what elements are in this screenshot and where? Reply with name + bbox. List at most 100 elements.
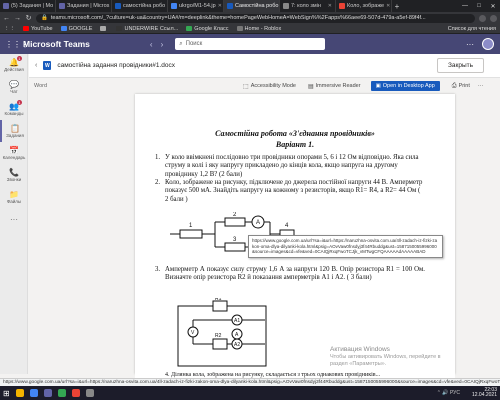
circuit1-label-3: 3 (233, 237, 237, 243)
back-arrow-icon[interactable]: ‹ (150, 40, 153, 49)
browser-tab[interactable]: (5) Задания | Мо✕ (0, 0, 56, 12)
windows-start-icon[interactable]: ⊞ (3, 389, 10, 398)
word-toolbar: Word ⬚ Accessibility Mode ▤ Immersive Re… (29, 78, 500, 94)
url-field[interactable]: 🔒 teams.microsoft.com/_?culture=uk-ua&co… (36, 13, 475, 23)
apps-icon[interactable]: ⋮⋮ (4, 26, 15, 32)
rail-item[interactable]: 📞 Звонки (0, 164, 28, 186)
close-window-button[interactable]: ✕ (486, 0, 500, 12)
search-placeholder: Поиск (185, 41, 203, 47)
bookmark-icon (186, 26, 193, 31)
rail-item[interactable]: 📁 Файлы (0, 186, 28, 208)
bookmark-item[interactable] (100, 26, 108, 32)
history-nav: ‹ › (150, 40, 163, 49)
new-tab-button[interactable]: + (392, 0, 402, 12)
watermark-line2: Чтобы активировать Windows, перейдите в (330, 354, 441, 360)
url-text: teams.microsoft.com/_?culture=uk-ua&coun… (50, 15, 426, 21)
taskbar-app-icon[interactable] (71, 389, 80, 397)
bookmark-label: UNDERWIRE Ссыл... (124, 25, 179, 32)
rail-item[interactable]: ··· (0, 208, 28, 230)
tab-label: ukrgo/M1-54.jp (179, 3, 216, 9)
address-bar-row: ← → ↻ 🔒 teams.microsoft.com/_?culture=uk… (0, 12, 500, 24)
watermark-title: Активация Windows (330, 346, 390, 353)
bookmark-item[interactable]: Google Класс (186, 26, 229, 32)
open-desktop-button[interactable]: ▣ Open in Desktop App (370, 81, 440, 91)
browser-tab[interactable]: 7: коло змін ✕ (280, 0, 336, 12)
bookmark-item[interactable]: Home - Roblox (236, 25, 282, 32)
close-button[interactable]: Закрыть (436, 58, 484, 73)
circuit1-label-1: 1 (189, 223, 193, 229)
reload-icon[interactable]: ↻ (25, 14, 32, 22)
word-label: Word (34, 83, 48, 89)
back-icon[interactable]: ← (3, 15, 10, 22)
browser-tab[interactable]: Самостійна робо✕ (224, 0, 280, 12)
extension-icon[interactable] (479, 14, 486, 22)
browser-tab[interactable]: ukrgo/M1-54.jp ✕ (168, 0, 224, 12)
more-options-icon[interactable]: ··· (466, 40, 474, 49)
avatar[interactable] (482, 38, 494, 50)
print-icon: ⎙ (451, 82, 457, 89)
maximize-button[interactable]: □ (472, 0, 486, 12)
task-2-number: 2. (155, 179, 161, 186)
task-3: 3. Амперметр А показує силу струму 1,6 А… (155, 266, 425, 283)
tab-label: (5) Задания | Мо (11, 3, 54, 9)
clock[interactable]: 22:03 12.04.2021 (471, 387, 497, 399)
back-icon[interactable]: ‹ (35, 62, 37, 69)
tab-label: 7: коло змін (291, 3, 321, 9)
print-label: Print (458, 83, 470, 89)
lock-icon: 🔒 (41, 15, 48, 21)
tab-label: Самостійна робо (235, 3, 279, 9)
task-2: 2. Коло, зображене на рисунку, підключен… (155, 179, 425, 204)
bookmark-item[interactable]: UNDERWIRE Ссыл... (116, 26, 178, 32)
rail-item[interactable]: 📅 Календарь (0, 142, 28, 164)
window-controls: — □ ✕ (458, 0, 500, 12)
browser-tab[interactable]: Задания | Micros✕ (56, 0, 112, 12)
tab-close-icon[interactable]: ✕ (218, 3, 222, 9)
clock-date: 12.04.2021 (471, 392, 497, 398)
rail-item[interactable]: 🔔 Действия 1 (0, 54, 28, 76)
rail-item[interactable]: 📋 Задания (0, 120, 28, 142)
system-tray[interactable]: ⌃ 🔊 РУС (437, 390, 460, 396)
print-button[interactable]: ⎙ Print (452, 83, 470, 90)
tab-label: Коло, зображе (347, 3, 385, 9)
browser-tab[interactable]: Коло, зображе ✕ (336, 0, 392, 12)
immersive-reader-button[interactable]: ▤ Immersive Reader (308, 83, 361, 90)
browser-tab[interactable]: самостійна робо✕ (112, 0, 168, 12)
taskbar-app-icon[interactable] (57, 389, 66, 397)
doc-title: Самостійна робота «З'єднання провідників… (215, 129, 375, 138)
tab-close-icon[interactable]: ✕ (386, 3, 390, 9)
forward-arrow-icon[interactable]: › (161, 40, 164, 49)
word-icon: ▣ (375, 83, 381, 89)
tab-close-icon[interactable]: ✕ (328, 3, 332, 9)
rail-label: Календарь (2, 155, 26, 160)
bookmark-item[interactable]: GOOGLE (60, 26, 92, 32)
taskbar-app-icon[interactable] (29, 389, 38, 397)
tab-favicon-icon (59, 3, 65, 9)
taskbar-app-icon[interactable] (85, 389, 94, 397)
taskbar-app-icon[interactable] (43, 389, 52, 397)
rail-item[interactable]: 💬 Чат (0, 76, 28, 98)
forward-icon[interactable]: → (14, 15, 21, 22)
rail-label: Команды (4, 111, 24, 116)
circuit1-label-4: 4 (285, 223, 289, 229)
bookmark-icon (60, 26, 67, 31)
bookmark-label: Home - Roblox (244, 25, 282, 32)
app-launcher-icon[interactable]: ⋮⋮⋮ (5, 40, 29, 49)
task-3-number: 3. (155, 266, 161, 273)
tab-favicon-icon (339, 3, 345, 9)
tab-favicon-icon (115, 3, 121, 9)
bookmarks-bar: ⋮⋮ YouTube GOOGLE UNDERWIRE Ссыл... Google … (0, 24, 500, 34)
tab-label: самостійна робо (123, 3, 166, 9)
accessibility-mode-button[interactable]: ⬚ Accessibility Mode (243, 83, 296, 90)
tab-label: Задания | Micros (67, 3, 110, 9)
reading-list-link[interactable]: Список для чтения (448, 26, 496, 32)
rail-label: Файлы (6, 199, 22, 204)
minimize-button[interactable]: — (458, 0, 472, 12)
search-input[interactable]: ⌕ Поиск (175, 38, 326, 50)
taskbar-app-icon[interactable] (15, 389, 24, 397)
more-options-icon[interactable]: ··· (478, 83, 484, 89)
bookmark-item[interactable]: YouTube (23, 26, 53, 32)
watermark-line3: раздел «Параметры». (330, 361, 387, 367)
rail-item[interactable]: 👥 Команды 1 (0, 98, 28, 120)
document-name: самостійна задання провідники#1.docx (57, 62, 176, 69)
profile-icon[interactable] (490, 14, 497, 22)
